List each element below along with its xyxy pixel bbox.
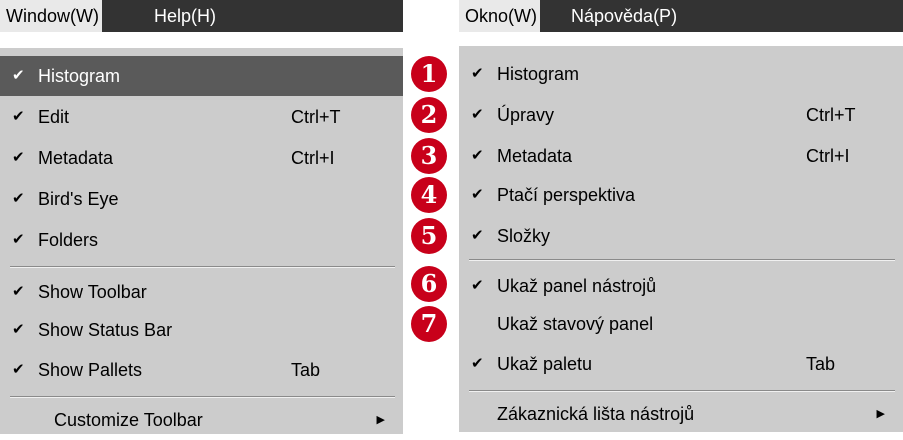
window-dropdown-menu: ✔ Histogram ✔ Edit Ctrl+T ✔ Metadata Ctr… — [0, 48, 403, 434]
menu-item-label: Folders — [38, 230, 99, 250]
check-icon: ✔ — [471, 227, 484, 244]
check-icon: ✔ — [12, 361, 25, 378]
menu-item-slozky[interactable]: ✔ Složky — [459, 216, 903, 256]
menu-item-shortcut: Ctrl+T — [806, 105, 856, 125]
menu-item-ukaz-paletu[interactable]: ✔ Ukaž paletu Tab — [459, 344, 903, 384]
menu-item-label: Show Status Bar — [38, 320, 173, 340]
menu-item-label: Show Toolbar — [38, 282, 147, 302]
menubar: Window(W) Help(H) — [0, 0, 403, 32]
badge-number-icon: 7 — [411, 306, 447, 342]
check-icon: ✔ — [12, 67, 25, 84]
menu-item-show-pallets[interactable]: ✔ Show Pallets Tab — [0, 350, 403, 390]
menu-item-label: Ukaž panel nástrojů — [497, 276, 657, 296]
badge-number-icon: 6 — [411, 266, 447, 302]
badge-number-icon: 5 — [411, 218, 447, 254]
menu-item-label: Metadata — [38, 148, 114, 168]
menu-item-birds-eye[interactable]: ✔ Bird's Eye — [0, 179, 403, 219]
menu-item-edit[interactable]: ✔ Edit Ctrl+T — [0, 97, 403, 137]
check-icon: ✔ — [471, 186, 484, 203]
check-icon: ✔ — [471, 277, 484, 294]
menu-item-label: Zákaznická lišta nástrojů — [497, 404, 695, 424]
menu-item-upravy[interactable]: ✔ Úpravy Ctrl+T — [459, 95, 903, 135]
menu-item-folders[interactable]: ✔ Folders — [0, 220, 403, 260]
menu-item-ukaz-panel-nastroju[interactable]: ✔ Ukaž panel nástrojů — [459, 266, 903, 306]
menu-separator — [10, 396, 395, 398]
menu-item-label: Ptačí perspektiva — [497, 185, 636, 205]
check-icon: ✔ — [471, 147, 484, 164]
menu-item-shortcut: Ctrl+I — [291, 148, 335, 168]
menu-item-label: Úpravy — [497, 105, 555, 125]
menubar-window[interactable]: Window(W) — [0, 0, 102, 32]
menu-separator — [10, 266, 395, 268]
badge-number-icon: 4 — [411, 177, 447, 213]
menu-item-histogram[interactable]: ✔ Histogram — [459, 54, 903, 94]
menubar-okno[interactable]: Okno(W) — [459, 0, 540, 32]
okno-dropdown-menu: ✔ Histogram ✔ Úpravy Ctrl+T ✔ Metadata C… — [459, 46, 903, 432]
check-icon: ✔ — [12, 190, 25, 207]
menu-item-label: Ukaž paletu — [497, 354, 593, 374]
badge-number-icon: 3 — [411, 138, 447, 174]
menu-item-metadata[interactable]: ✔ Metadata Ctrl+I — [459, 136, 903, 176]
check-icon: ✔ — [12, 231, 25, 248]
badge-number-icon: 1 — [411, 56, 447, 92]
menu-separator — [469, 390, 895, 392]
submenu-arrow-icon: ▶ — [876, 408, 885, 420]
menubar-napoveda[interactable]: Nápověda(P) — [565, 0, 683, 32]
menubar-help[interactable]: Help(H) — [148, 0, 222, 32]
check-icon: ✔ — [12, 321, 25, 338]
menu-item-show-status-bar[interactable]: ✔ Show Status Bar — [0, 310, 403, 350]
menu-item-zakaznicka-lista[interactable]: Zákaznická lišta nástrojů ▶ — [459, 394, 903, 434]
menu-item-shortcut: Ctrl+I — [806, 146, 850, 166]
menu-item-shortcut: Tab — [291, 360, 321, 380]
menubar: Okno(W) Nápověda(P) — [459, 0, 903, 32]
menu-item-ptaci-perspektiva[interactable]: ✔ Ptačí perspektiva — [459, 175, 903, 215]
menu-item-label: Customize Toolbar — [54, 410, 203, 430]
menu-item-label: Ukaž stavový panel — [497, 314, 654, 334]
check-icon: ✔ — [471, 65, 484, 82]
menu-item-customize-toolbar[interactable]: Customize Toolbar ▶ — [0, 400, 403, 440]
czech-window-menu: Okno(W) Nápověda(P) ✔ Histogram ✔ Úpravy… — [411, 0, 903, 434]
menu-item-label: Show Pallets — [38, 360, 143, 380]
menu-item-ukaz-stavovy-panel[interactable]: Ukaž stavový panel — [459, 304, 903, 344]
check-icon: ✔ — [471, 355, 484, 372]
check-icon: ✔ — [12, 108, 25, 125]
check-icon: ✔ — [471, 106, 484, 123]
menu-item-label: Histogram — [497, 64, 580, 84]
check-icon: ✔ — [12, 149, 25, 166]
menu-item-shortcut: Tab — [806, 354, 836, 374]
menu-item-label: Edit — [38, 107, 70, 127]
menu-item-metadata[interactable]: ✔ Metadata Ctrl+I — [0, 138, 403, 178]
menu-item-shortcut: Ctrl+T — [291, 107, 341, 127]
menu-item-label: Bird's Eye — [38, 189, 119, 209]
badge-number-icon: 2 — [411, 97, 447, 133]
menu-item-show-toolbar[interactable]: ✔ Show Toolbar — [0, 272, 403, 312]
menu-separator — [469, 259, 895, 261]
english-window-menu: Window(W) Help(H) ✔ Histogram ✔ Edit Ctr… — [0, 0, 403, 434]
menu-item-histogram[interactable]: ✔ Histogram — [0, 56, 403, 96]
menu-item-label: Složky — [497, 226, 551, 246]
menu-item-label: Metadata — [497, 146, 573, 166]
check-icon: ✔ — [12, 283, 25, 300]
submenu-arrow-icon: ▶ — [376, 414, 385, 426]
menu-item-label: Histogram — [38, 66, 121, 86]
